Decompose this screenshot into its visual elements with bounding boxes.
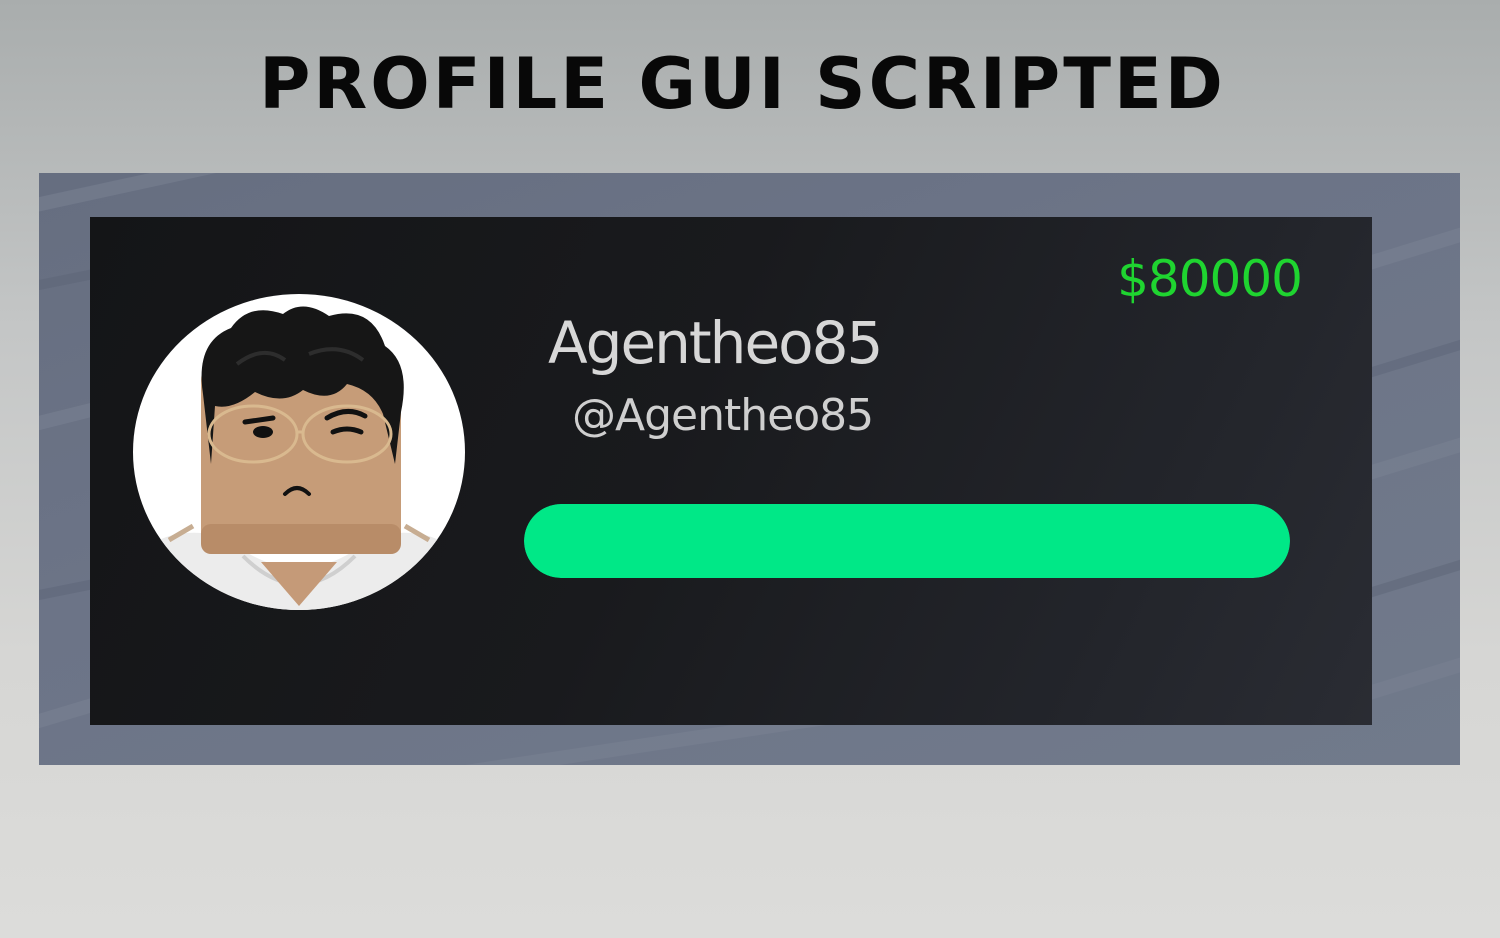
display-name: Agentheo85 (548, 309, 883, 377)
page-title: PROFILE GUI SCRIPTED (259, 43, 1226, 125)
profile-card: $80000 Agentheo85 @Agentheo85 (90, 217, 1372, 725)
money-label: $80000 (1117, 250, 1303, 308)
progress-bar (524, 504, 1290, 578)
game-viewport: $80000 Agentheo85 @Agentheo85 (39, 173, 1460, 765)
username: @Agentheo85 (572, 390, 874, 441)
progress-bar-fill (524, 504, 1290, 578)
avatar-headshot-icon (133, 294, 465, 610)
